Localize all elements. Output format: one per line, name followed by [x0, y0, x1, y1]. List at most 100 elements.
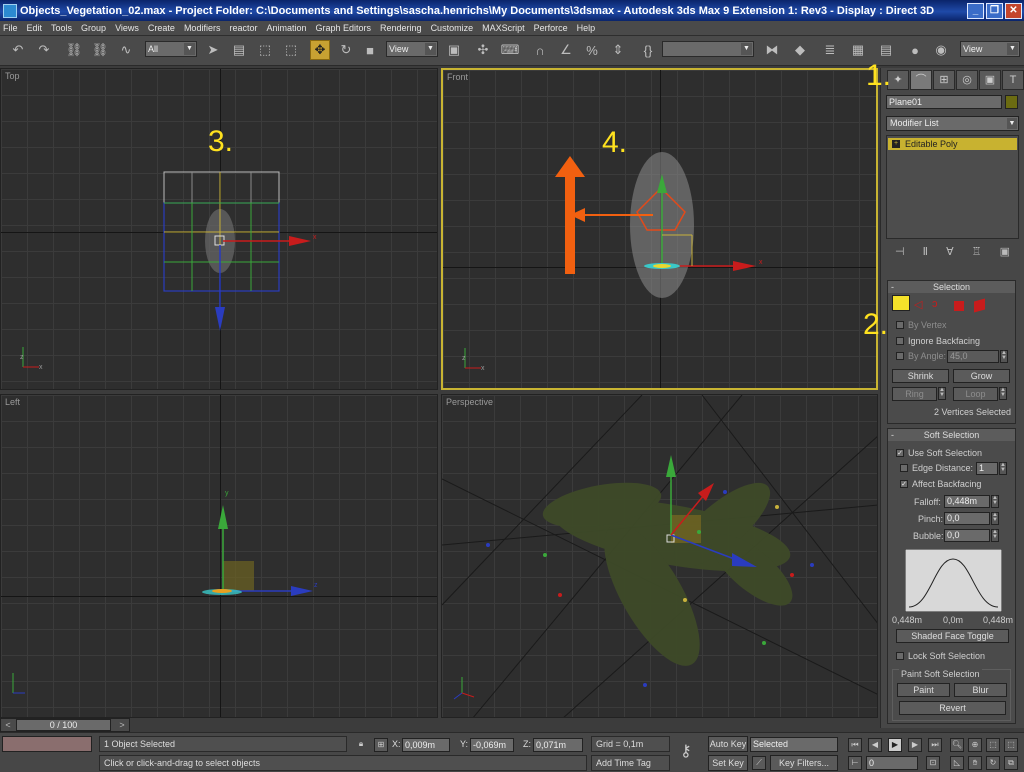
mirror-icon[interactable]: ⧓ [762, 40, 782, 60]
element-mode-icon[interactable] [974, 298, 985, 313]
default-in-out-tangent-icon[interactable]: ⟋ [752, 756, 766, 770]
remove-modifier-icon[interactable]: ♖ [972, 245, 982, 258]
select-and-scale-icon[interactable]: ■ [360, 40, 380, 60]
edge-distance-checkbox[interactable] [900, 464, 908, 472]
spinner-arrows-icon[interactable]: ▲ ▼ [991, 529, 999, 542]
menu-modifiers[interactable]: Modifiers [184, 23, 221, 33]
edge-mode-icon[interactable]: ◁ [914, 298, 922, 311]
object-color-swatch[interactable] [1005, 95, 1018, 109]
time-slider[interactable]: < 0 / 100 > [0, 718, 130, 732]
add-time-tag-button[interactable]: Add Time Tag [591, 755, 670, 771]
spinner-arrows-icon[interactable]: ▲ ▼ [1000, 350, 1008, 363]
menu-tools[interactable]: Tools [51, 23, 72, 33]
select-and-link-icon[interactable]: ⛓ [64, 40, 84, 60]
blur-button[interactable]: Blur [954, 683, 1007, 697]
expand-icon[interactable]: + [892, 140, 900, 148]
utilities-tab-icon[interactable]: T [1002, 70, 1024, 90]
menu-customize[interactable]: Customize [431, 23, 474, 33]
set-key-button[interactable]: Set Key [708, 755, 748, 771]
y-coord-field[interactable]: -0,069m [470, 738, 514, 752]
spinner-arrows-icon[interactable]: ▲ ▼ [999, 462, 1007, 475]
shaded-face-toggle-button[interactable]: Shaded Face Toggle [896, 629, 1009, 643]
select-and-move-icon[interactable]: ✥ [310, 40, 330, 60]
loop-spinner-icon[interactable]: ▲ ▼ [999, 387, 1007, 400]
revert-button[interactable]: Revert [899, 701, 1006, 715]
layer-manager-icon[interactable]: ≣ [820, 40, 840, 60]
menu-group[interactable]: Group [81, 23, 106, 33]
make-unique-icon[interactable]: ∀ [946, 245, 954, 258]
angle-snap-icon[interactable]: ∠ [556, 40, 576, 60]
spinner-snap-icon[interactable]: ⇕ [608, 40, 628, 60]
zoom-extents-icon[interactable]: ⬚ [986, 738, 1000, 752]
select-object-icon[interactable]: ➤ [203, 40, 223, 60]
display-tab-icon[interactable]: ▣ [979, 70, 1001, 90]
select-and-rotate-icon[interactable]: ↻ [336, 40, 356, 60]
rectangular-region-icon[interactable]: ⬚ [255, 40, 275, 60]
configure-modifier-sets-icon[interactable]: ▣ [1000, 245, 1010, 258]
schematic-view-icon[interactable]: ▤ [876, 40, 896, 60]
key-mode-toggle-icon[interactable]: ⊢ [848, 756, 862, 770]
keyboard-shortcut-override-icon[interactable]: ⌨ [500, 40, 520, 60]
field-of-view-icon[interactable]: ◺ [950, 756, 964, 770]
menu-maxscript[interactable]: MAXScript [482, 23, 525, 33]
maximize-viewport-icon[interactable]: ⧉ [1004, 756, 1018, 770]
select-and-manipulate-icon[interactable]: ✣ [473, 40, 493, 60]
key-mode-dropdown[interactable]: Selected [750, 737, 838, 752]
unlink-icon[interactable]: ⛓ [90, 40, 110, 60]
grow-button[interactable]: Grow [953, 369, 1010, 383]
curve-editor-icon[interactable]: ▦ [848, 40, 868, 60]
align-icon[interactable]: ◆ [790, 40, 810, 60]
zoom-all-icon[interactable]: ⊕ [968, 738, 982, 752]
time-slider-prev[interactable]: < [2, 719, 14, 731]
motion-tab-icon[interactable]: ◎ [956, 70, 978, 90]
window-crossing-icon[interactable]: ⬚ [281, 40, 301, 60]
border-mode-icon[interactable]: ↄ [932, 298, 938, 310]
stack-item-editable-poly[interactable]: + Editable Poly [888, 138, 1017, 150]
zoom-extents-all-icon[interactable]: ⬚ [1004, 738, 1018, 752]
pivot-center-icon[interactable]: ▣ [444, 40, 464, 60]
material-editor-icon[interactable]: ● [905, 40, 925, 60]
spinner-arrows-icon[interactable]: ▲ ▼ [991, 495, 999, 508]
menu-reactor[interactable]: reactor [229, 23, 257, 33]
minimize-button[interactable]: _ [967, 2, 984, 19]
auto-key-button[interactable]: Auto Key [708, 736, 748, 752]
bind-space-warp-icon[interactable]: ∿ [116, 40, 136, 60]
maxscript-listener-mini[interactable] [2, 736, 92, 752]
ring-spinner-icon[interactable]: ▲ ▼ [938, 387, 946, 400]
play-icon[interactable]: ▶ [888, 738, 902, 752]
ignore-backfacing-checkbox[interactable] [896, 337, 904, 345]
loop-button[interactable]: Loop [953, 387, 998, 401]
affect-backfacing-checkbox[interactable]: ✓ [900, 480, 908, 488]
by-angle-checkbox[interactable] [896, 352, 904, 360]
render-scene-icon[interactable]: ◉ [931, 40, 951, 60]
close-button[interactable]: ✕ [1005, 2, 1022, 19]
current-frame-field[interactable]: 0 [866, 756, 918, 770]
falloff-spinner[interactable]: 0,448m [944, 495, 990, 508]
time-slider-thumb[interactable]: 0 / 100 [16, 719, 111, 731]
orbit-icon[interactable]: ↻ [986, 756, 1000, 770]
vertex-mode-icon[interactable] [892, 295, 910, 311]
viewport-perspective[interactable]: Perspective [441, 394, 878, 718]
selection-filter-dropdown[interactable]: All ▼ [145, 41, 197, 57]
time-slider-next[interactable]: > [116, 719, 128, 731]
pinch-spinner[interactable]: 0,0 [944, 512, 990, 525]
render-type-dropdown[interactable]: View ▼ [960, 41, 1020, 57]
select-by-name-icon[interactable]: ▤ [229, 40, 249, 60]
menu-animation[interactable]: Animation [266, 23, 306, 33]
maximize-button[interactable]: ❐ [986, 2, 1003, 19]
pan-icon[interactable]: ✋︎ [968, 756, 982, 770]
next-frame-icon[interactable]: ▶ [908, 738, 922, 752]
x-coord-field[interactable]: 0,009m [402, 738, 450, 752]
time-configuration-icon[interactable]: ⊡ [926, 756, 940, 770]
paint-button[interactable]: Paint [897, 683, 950, 697]
snaps-toggle-icon[interactable]: ∩ [530, 40, 550, 60]
named-selection-dropdown[interactable]: ▼ [662, 41, 754, 57]
menu-rendering[interactable]: Rendering [380, 23, 422, 33]
lock-soft-selection-checkbox[interactable] [896, 652, 904, 660]
edge-distance-spinner[interactable]: 1 [976, 462, 998, 475]
polygon-mode-icon[interactable] [954, 301, 964, 311]
bubble-spinner[interactable]: 0,0 [944, 529, 990, 542]
menu-edit[interactable]: Edit [27, 23, 43, 33]
object-name-field[interactable]: Plane01 [886, 95, 1002, 109]
percent-snap-icon[interactable]: % [582, 40, 602, 60]
